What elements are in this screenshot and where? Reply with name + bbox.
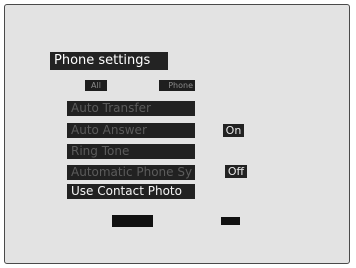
menu-item-use-contact-photo[interactable]: Use Contact Photo (67, 184, 195, 199)
menu-item-auto-answer[interactable]: Auto Answer (67, 123, 195, 138)
menu-item-automatic-phone-sync[interactable]: Automatic Phone Sy (67, 165, 195, 180)
automatic-phone-sync-value: Off (225, 165, 247, 178)
tab-all[interactable]: All (85, 80, 107, 91)
auto-answer-value: On (223, 124, 244, 137)
menu-item-auto-transfer[interactable]: Auto Transfer (67, 101, 195, 116)
right-softkey-button[interactable] (221, 217, 240, 225)
phone-settings-screen: Phone settings All Phone Auto Transfer A… (4, 4, 350, 264)
tab-phone[interactable]: Phone (159, 80, 195, 91)
menu-item-ring-tone[interactable]: Ring Tone (67, 144, 195, 159)
left-softkey-button[interactable] (112, 215, 153, 227)
page-title: Phone settings (50, 52, 168, 70)
